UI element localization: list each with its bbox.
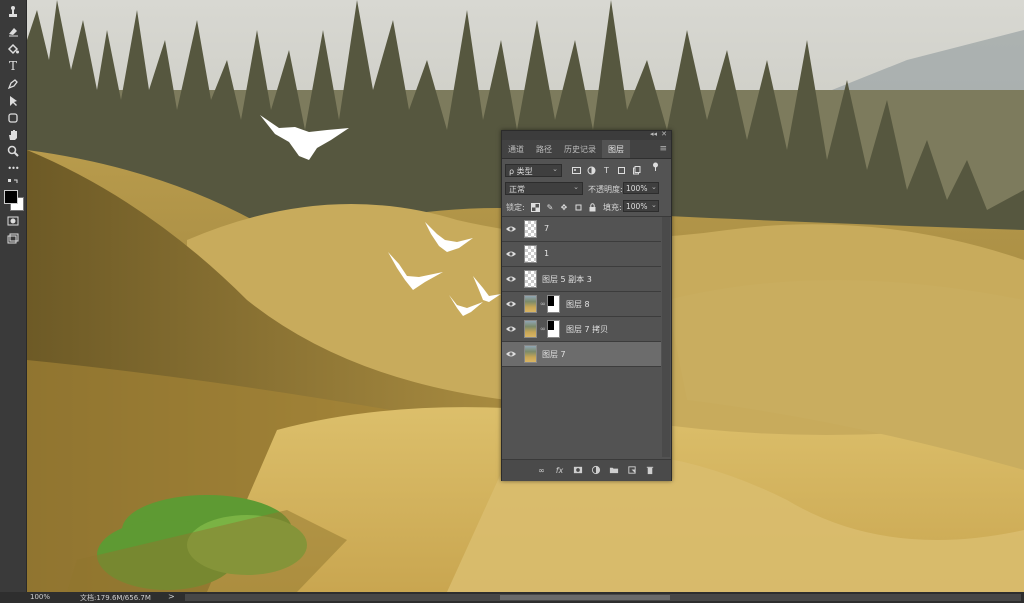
- layer-thumbnail: [524, 295, 537, 313]
- rectangle-tool-icon[interactable]: [3, 110, 23, 126]
- fx-icon[interactable]: fx: [554, 465, 565, 476]
- delete-layer-icon[interactable]: [644, 465, 655, 476]
- chain-link-icon[interactable]: ∞: [540, 325, 546, 333]
- panel-menu-icon[interactable]: ≡: [659, 144, 667, 154]
- pen-tool-icon[interactable]: [3, 76, 23, 92]
- layer-thumbnail: [524, 320, 537, 338]
- layer-name: 图层 7 拷贝: [566, 325, 609, 334]
- panel-bottom-bar: ∞ fx: [502, 459, 671, 481]
- lock-pixels-icon[interactable]: ✎: [545, 203, 555, 213]
- layer-row[interactable]: ∞ 图层 8: [502, 292, 661, 317]
- layer-thumbnail: [524, 270, 537, 288]
- layer-name: 1: [544, 249, 550, 258]
- new-layer-icon[interactable]: [626, 465, 637, 476]
- status-menu-arrow[interactable]: >: [168, 592, 175, 601]
- eraser-tool-icon[interactable]: [3, 23, 23, 39]
- add-mask-icon[interactable]: [572, 465, 583, 476]
- layers-panel: ◂◂ ✕ 通道 路径 历史记录 图层 ≡ ρ 类型 ⌄ T 正常 ⌄ 不透明度:…: [501, 130, 672, 481]
- layer-thumbnail: [524, 245, 537, 263]
- filter-adjustment-icon[interactable]: [586, 166, 597, 176]
- more-tools-icon[interactable]: •••: [3, 160, 23, 176]
- layers-scrollbar[interactable]: [662, 217, 670, 457]
- horizontal-scrollbar[interactable]: [185, 594, 1021, 601]
- tab-layers[interactable]: 图层: [602, 140, 630, 158]
- layer-row[interactable]: 图层 5 副本 3: [502, 267, 661, 292]
- screen-mode-icon[interactable]: [3, 231, 23, 247]
- tab-paths[interactable]: 路径: [536, 144, 552, 155]
- type-tool-icon[interactable]: T: [3, 58, 23, 74]
- layer-mask-thumbnail[interactable]: [547, 295, 560, 313]
- lock-transparency-icon[interactable]: [530, 203, 540, 213]
- link-layers-icon[interactable]: ∞: [536, 465, 547, 476]
- layer-row[interactable]: 1: [502, 242, 661, 267]
- panel-titlebar[interactable]: ◂◂ ✕: [502, 130, 671, 140]
- adjustment-layer-icon[interactable]: [590, 465, 601, 476]
- chevron-down-icon: ⌄: [573, 183, 579, 191]
- tab-channels[interactable]: 通道: [508, 144, 524, 155]
- eye-icon[interactable]: [506, 275, 516, 283]
- filter-pixel-icon[interactable]: [571, 166, 582, 176]
- filter-shape-icon[interactable]: [616, 166, 627, 176]
- layer-row-selected[interactable]: 图层 7: [502, 342, 661, 367]
- eye-icon[interactable]: [506, 300, 516, 308]
- opacity-label: 不透明度:: [588, 185, 623, 194]
- foreground-color-swatch[interactable]: [4, 190, 18, 204]
- panel-tabs: 通道 路径 历史记录 图层 ≡: [502, 140, 671, 159]
- tab-history[interactable]: 历史记录: [564, 144, 596, 155]
- eye-icon[interactable]: [506, 350, 516, 358]
- layer-row[interactable]: 7: [502, 217, 661, 242]
- layer-name: 图层 8: [566, 300, 590, 309]
- layer-row[interactable]: ∞ 图层 7 拷贝: [502, 317, 661, 342]
- path-select-icon[interactable]: [3, 93, 23, 109]
- collapse-panel-icon[interactable]: ◂◂: [650, 130, 657, 138]
- document-size: 文档:179.6M/656.7M: [80, 594, 151, 602]
- layer-thumbnail: [524, 220, 537, 238]
- eye-icon[interactable]: [506, 325, 516, 333]
- filter-toggle-icon[interactable]: [650, 162, 661, 172]
- layer-filter-select[interactable]: ρ 类型 ⌄: [505, 164, 562, 177]
- stamp-tool-icon[interactable]: [3, 4, 23, 20]
- chevron-down-icon[interactable]: ⌄: [651, 183, 657, 191]
- lock-artboard-icon[interactable]: [573, 203, 583, 213]
- tools-panel: T •••: [0, 0, 27, 592]
- layer-mask-thumbnail[interactable]: [547, 320, 560, 338]
- hand-tool-icon[interactable]: [3, 127, 23, 143]
- blend-mode-select[interactable]: 正常 ⌄: [505, 182, 583, 195]
- filter-smart-object-icon[interactable]: [631, 166, 642, 176]
- chevron-down-icon[interactable]: ⌄: [651, 201, 657, 209]
- lock-position-icon[interactable]: ✥: [559, 203, 569, 213]
- layer-name: 图层 5 副本 3: [542, 275, 592, 284]
- chevron-down-icon: ⌄: [552, 165, 558, 173]
- lock-label: 锁定:: [506, 203, 525, 212]
- close-panel-icon[interactable]: ✕: [661, 130, 667, 138]
- layer-thumbnail: [524, 345, 537, 363]
- zoom-tool-icon[interactable]: [3, 143, 23, 159]
- fill-label: 填充:: [603, 203, 622, 212]
- new-group-icon[interactable]: [608, 465, 619, 476]
- layer-name: 图层 7: [542, 350, 566, 359]
- quick-mask-icon[interactable]: [3, 213, 23, 229]
- scroll-thumb[interactable]: [500, 595, 670, 600]
- chain-link-icon[interactable]: ∞: [540, 300, 546, 308]
- zoom-level[interactable]: 100%: [30, 593, 50, 601]
- filter-type-icon[interactable]: T: [601, 166, 612, 176]
- eye-icon[interactable]: [506, 250, 516, 258]
- lock-all-icon[interactable]: [587, 203, 597, 213]
- eye-icon[interactable]: [506, 225, 516, 233]
- layer-name: 7: [544, 224, 550, 233]
- paint-bucket-icon[interactable]: [3, 41, 23, 57]
